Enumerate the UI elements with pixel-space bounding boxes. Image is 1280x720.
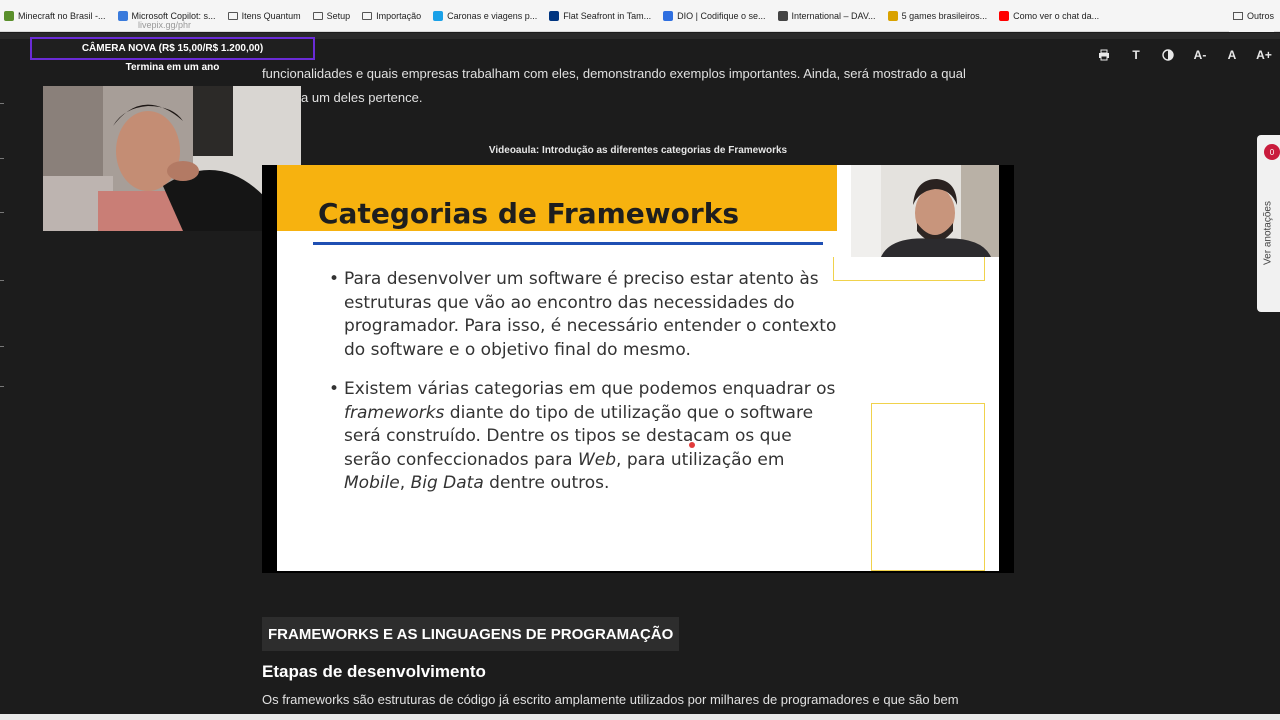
bookmark-item[interactable]: Minecraft no Brasil -... — [4, 10, 106, 21]
bookmark-item[interactable]: Itens Quantum — [227, 10, 301, 21]
bookmark-other-folder[interactable]: Outros — [1228, 0, 1274, 32]
edge-tick — [0, 103, 4, 104]
slide-divider — [313, 242, 823, 245]
bookmark-label: 5 games brasileiros... — [901, 10, 988, 21]
contrast-button[interactable] — [1152, 41, 1184, 69]
slide-title: Categorias de Frameworks — [318, 197, 739, 230]
section-heading: FRAMEWORKS E AS LINGUAGENS DE PROGRAMAÇÃ… — [262, 617, 680, 651]
stream-ghost-text: livepix.gg/phr — [138, 20, 192, 30]
bookmark-item[interactable]: 5 games brasileiros... — [887, 10, 988, 21]
bookmark-label: Como ver o chat da... — [1013, 10, 1100, 21]
bookmarks-bar: Minecraft no Brasil -... Microsoft Copilo… — [0, 0, 1280, 32]
bookmark-label: Itens Quantum — [241, 10, 301, 21]
folder-icon — [1232, 12, 1243, 20]
folder-icon — [312, 11, 323, 20]
annotations-tab[interactable]: 0 Ver anotações — [1257, 135, 1280, 312]
bookmark-item[interactable]: Importação — [362, 11, 421, 21]
bookmark-label: Microsoft Copilot: s... — [131, 10, 216, 21]
bookmark-item[interactable]: Setup — [312, 10, 351, 21]
stream-goal-subtitle: Termina em um ano — [125, 62, 220, 73]
printer-icon — [1099, 49, 1109, 61]
reset-font-button[interactable]: A — [1216, 41, 1248, 69]
slide-yellow-frame — [833, 257, 985, 281]
bookmark-label: Setup — [326, 10, 351, 21]
bookmark-other-label: Outros — [1246, 11, 1274, 21]
contrast-icon — [1162, 49, 1174, 61]
bookmark-item[interactable]: International – DAV... — [777, 10, 876, 21]
folder-icon — [227, 11, 238, 20]
bookmark-item[interactable]: Flat Seafront in Tam... — [549, 10, 652, 21]
favicon-icon — [117, 10, 128, 21]
bullet-text: Existem várias categorias em que podemos… — [344, 379, 836, 493]
bookmark-label: Importação — [376, 10, 422, 21]
laser-pointer-dot — [689, 442, 695, 448]
bookmark-item[interactable]: DIO | Codifique o se... — [663, 10, 766, 21]
sub-heading: Etapas de desenvolvimento — [262, 662, 486, 681]
presenter-image — [851, 165, 999, 257]
bookmark-item[interactable]: Microsoft Copilot: s... — [117, 10, 216, 21]
edge-tick — [0, 212, 4, 213]
bullet-glyph: • — [329, 269, 340, 289]
font-toggle-button[interactable]: T — [1120, 41, 1152, 69]
edge-tick — [0, 158, 4, 159]
bookmark-label: International – DAV... — [791, 10, 876, 21]
favicon-icon — [549, 10, 560, 21]
video-caption: Videoaula: Introdução as diferentes cate… — [488, 145, 788, 156]
bookmark-item[interactable]: Caronas e viagens p... — [433, 10, 538, 21]
favicon-icon — [999, 10, 1010, 21]
print-button[interactable] — [1088, 41, 1120, 69]
edge-tick — [0, 280, 4, 281]
favicon-icon — [4, 10, 14, 21]
bookmark-label: DIO | Codifique o se... — [677, 10, 766, 21]
edge-tick — [0, 346, 4, 347]
article-paragraph-bottom: Os frameworks são estruturas de código j… — [262, 692, 959, 707]
bookmark-label: Caronas e viagens p... — [447, 10, 538, 21]
increase-font-button[interactable]: A+ — [1248, 41, 1280, 69]
slide-bullet: • Existem várias categorias em que podem… — [329, 378, 839, 496]
slide-bullet: • Para desenvolver um software é preciso… — [329, 268, 839, 362]
bullet-glyph: • — [329, 379, 340, 399]
article-paragraph-top: funcionalidades e quais empresas trabalh… — [262, 62, 1002, 110]
stream-goal-title: CÂMERA NOVA (R$ 15,00/R$ 1.200,00) — [30, 37, 315, 60]
para-top-line1: funcionalidades e quais empresas trabalh… — [262, 66, 966, 81]
bullet-text: Para desenvolver um software é preciso e… — [344, 269, 837, 360]
bookmark-item[interactable]: Como ver o chat da... — [999, 10, 1100, 21]
edge-tick — [0, 386, 4, 387]
decrease-font-button[interactable]: A- — [1184, 41, 1216, 69]
annotations-label: Ver anotações — [1262, 201, 1274, 265]
folder-icon — [362, 11, 373, 20]
favicon-icon — [887, 10, 898, 21]
bookmark-label: Minecraft no Brasil -... — [18, 10, 106, 21]
video-player[interactable]: Categorias de Frameworks • Para desenvol… — [262, 165, 1014, 573]
bottom-scrollbar-strip — [0, 714, 1280, 720]
presenter-webcam — [851, 165, 999, 257]
favicon-icon — [663, 10, 674, 21]
slide-yellow-frame — [871, 403, 985, 571]
bookmark-label: Flat Seafront in Tam... — [563, 10, 652, 21]
para-top-line2: ria cada um deles pertence. — [262, 90, 423, 105]
slide-bullets: • Para desenvolver um software é preciso… — [329, 268, 839, 512]
annotations-badge: 0 — [1264, 144, 1280, 160]
accessibility-toolbar: T A- A A+ — [1088, 41, 1280, 69]
favicon-icon — [777, 10, 788, 21]
slide: Categorias de Frameworks • Para desenvol… — [277, 165, 999, 571]
favicon-icon — [433, 10, 444, 21]
